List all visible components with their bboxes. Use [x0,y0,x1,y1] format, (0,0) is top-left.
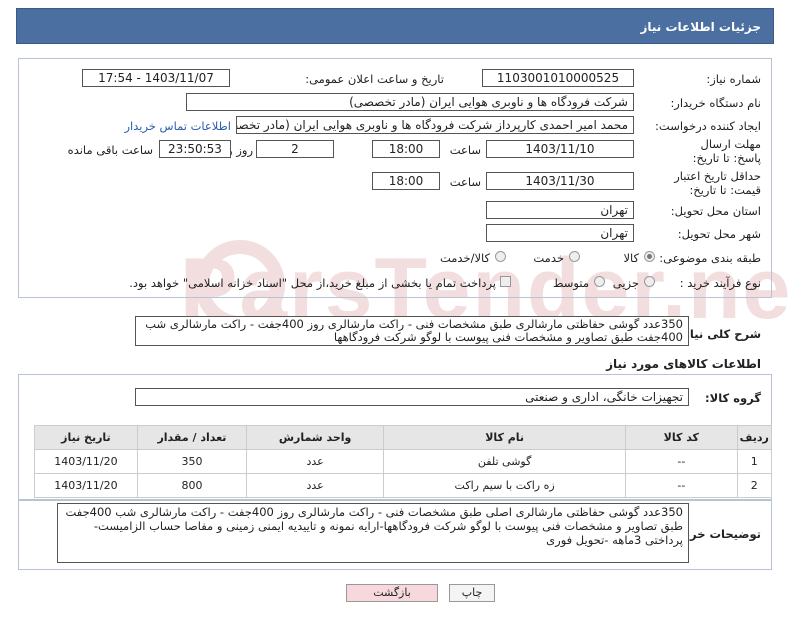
buyer-label: نام دستگاه خریدار: [670,96,761,110]
process-label: نوع فرآیند خرید : [679,276,761,290]
need-number-field: 1103001010000525 [482,69,634,87]
category-option-goods: کالا [623,251,639,265]
remaining-time-field: 23:50:53 [159,140,231,158]
cell-row: 1 [736,449,772,474]
page-header: جزئیات اطلاعات نیاز [16,8,774,44]
cell-qty: 350 [136,449,248,474]
validity-time-label: ساعت [449,175,481,189]
cell-date: 1403/11/20 [34,473,138,498]
treasury-payment-checkbox[interactable] [500,276,511,287]
category-label: طبقه بندی موضوعی: [659,251,761,265]
deadline-date-field: 1403/11/10 [486,140,634,158]
cell-name: گوشی تلفن [383,449,627,474]
goods-group-field: تجهیزات خانگی، اداری و صنعتی [135,388,689,406]
category-radio-goods[interactable] [644,251,655,262]
buyer-field: شرکت فرودگاه ها و ناوبری هوایی ایران (ما… [186,93,634,111]
category-option-service: خدمت [533,251,564,265]
city-label: شهر محل تحویل: [677,227,761,241]
summary-field: 350عدد گوشی حفاظتی مارشالری طبق مشخصات ف… [135,316,689,346]
process-option-minor: جزیی [612,276,639,290]
col-date: تاریخ نیاز [34,425,138,450]
province-label: استان محل تحویل: [670,204,761,218]
announce-label: تاریخ و ساعت اعلان عمومی: [305,72,444,86]
cell-unit: عدد [246,449,385,474]
requester-field: محمد امیر احمدی کارپرداز شرکت فرودگاه ها… [236,116,634,134]
remaining-label: ساعت باقی مانده [67,143,153,157]
cell-qty: 800 [136,473,248,498]
validity-label: حداقل تاریخ اعتبار قیمت: تا تاریخ: [674,169,761,197]
goods-table: ردیف کد کالا نام کالا واحد شمارش تعداد /… [34,425,772,498]
requester-label: ایجاد کننده درخواست: [655,119,761,133]
category-option-both: کالا/خدمت [439,251,490,265]
days-label: روز و [227,143,253,157]
category-radio-service[interactable] [569,251,580,262]
contact-info-link[interactable]: اطلاعات تماس خریدار [124,119,231,133]
announce-field: 1403/11/07 - 17:54 [82,69,230,87]
province-field: تهران [486,201,634,219]
treasury-payment-note: پرداخت تمام یا بخشی از مبلغ خرید،از محل … [129,276,496,290]
need-number-label: شماره نیاز: [706,72,761,86]
col-row: ردیف [736,425,772,450]
cell-unit: عدد [246,473,385,498]
goods-section-title: اطلاعات کالاهای مورد نیاز [606,357,761,371]
deadline-label: مهلت ارسال پاسخ: تا تاریخ: [692,137,761,165]
goods-group-label: گروه کالا: [705,391,761,405]
validity-time-field: 18:00 [372,172,440,190]
print-button[interactable]: چاپ [449,584,495,602]
deadline-time-field: 18:00 [372,140,440,158]
deadline-time-label: ساعت [449,143,481,157]
days-field: 2 [256,140,334,158]
cell-code: -- [625,473,738,498]
col-qty: تعداد / مقدار [136,425,248,450]
validity-date-field: 1403/11/30 [486,172,634,190]
category-radio-both[interactable] [495,251,506,262]
process-option-medium: متوسط [552,276,589,290]
goods-table-header: ردیف کد کالا نام کالا واحد شمارش تعداد /… [34,425,772,450]
back-button[interactable]: بازگشت [346,584,438,602]
col-code: کد کالا [625,425,738,450]
cell-name: زه راکت با سیم راکت [383,473,627,498]
city-field: تهران [486,224,634,242]
col-unit: واحد شمارش [246,425,385,450]
summary-label: شرح کلی نیاز: [678,327,761,341]
col-name: نام کالا [383,425,627,450]
buyer-notes-field: 350عدد گوشی حفاظتی مارشالری اصلی طبق مشخ… [57,503,689,563]
cell-date: 1403/11/20 [34,449,138,474]
table-row: 1 -- گوشی تلفن عدد 350 1403/11/20 [34,449,772,474]
process-radio-medium[interactable] [594,276,605,287]
cell-row: 2 [736,473,772,498]
page-title: جزئیات اطلاعات نیاز [640,20,761,34]
cell-code: -- [625,449,738,474]
table-row: 2 -- زه راکت با سیم راکت عدد 800 1403/11… [34,473,772,498]
process-radio-minor[interactable] [644,276,655,287]
